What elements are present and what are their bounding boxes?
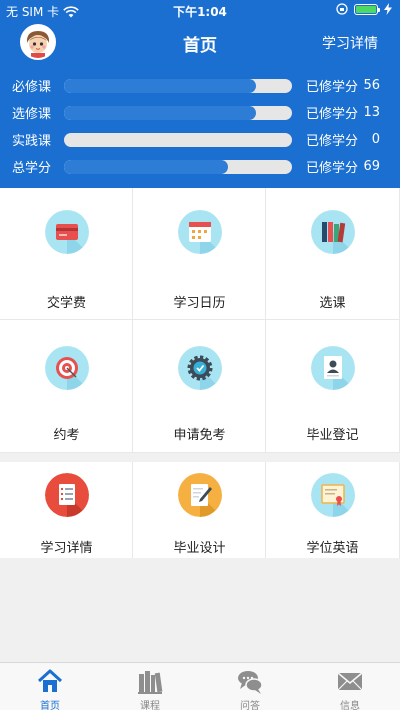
credit-value: 56 — [363, 78, 380, 93]
tab-courses[interactable]: 课程 — [100, 663, 200, 710]
study-detail-link[interactable]: 学习详情 — [322, 33, 378, 53]
gear-check-icon — [178, 346, 222, 390]
calendar-icon — [178, 210, 222, 254]
function-grid-secondary: 学习详情 毕业设计 学位英语 — [0, 462, 400, 558]
grid-item-label: 约考 — [53, 428, 80, 443]
chat-icon — [238, 671, 263, 694]
grid-item-exam-exemption[interactable]: 申请免考 — [133, 320, 266, 453]
books-icon — [138, 671, 163, 694]
home-icon — [37, 669, 63, 692]
credit-card-icon — [45, 210, 89, 254]
grid-item-label: 交学费 — [46, 296, 86, 311]
charging-icon — [384, 3, 392, 15]
tab-label: 课程 — [140, 701, 160, 710]
credit-progress-track — [64, 132, 292, 147]
credit-value: 0 — [371, 132, 380, 147]
grid-item-study-calendar[interactable]: 学习日历 — [133, 188, 266, 320]
mail-icon — [337, 672, 363, 691]
function-grid: 交学费 学习日历 选课 约考 申请免考 毕业登记 — [0, 188, 400, 453]
grid-item-label: 申请免考 — [173, 428, 226, 443]
nav-bar: 首页 学习详情 — [0, 22, 400, 62]
checklist-icon — [45, 473, 89, 517]
grid-item-study-details[interactable]: 学习详情 — [0, 462, 133, 558]
credit-progress-fill — [64, 105, 256, 120]
credit-name: 选修课 — [12, 107, 52, 122]
grid-item-pay-tuition[interactable]: 交学费 — [0, 188, 133, 320]
credits-panel: 必修课 已修学分 56 选修课 已修学分 13 实践课 已修学分 0 总学分 已… — [12, 72, 392, 180]
credit-row-elective: 选修课 已修学分 13 — [12, 99, 392, 126]
tab-label: 问答 — [240, 701, 260, 710]
tab-label: 信息 — [340, 701, 360, 710]
grid-item-label: 学位英语 — [306, 541, 359, 556]
credit-value: 13 — [363, 105, 380, 120]
credit-unit: 已修学分 — [306, 107, 359, 122]
credit-name: 总学分 — [12, 161, 52, 176]
tab-messages[interactable]: 信息 — [300, 663, 400, 710]
credit-progress-track — [64, 159, 292, 174]
credit-unit: 已修学分 — [306, 161, 359, 176]
pen-document-icon — [178, 473, 222, 517]
credit-value: 69 — [363, 159, 380, 174]
tab-qa[interactable]: 问答 — [200, 663, 300, 710]
battery-icon — [354, 3, 380, 15]
credit-row-required: 必修课 已修学分 56 — [12, 72, 392, 99]
tab-home[interactable]: 首页 — [0, 663, 100, 710]
credit-progress-track — [64, 78, 292, 93]
grid-item-label: 学习详情 — [40, 541, 93, 556]
grid-item-exam-booking[interactable]: 约考 — [0, 320, 133, 453]
grid-item-label: 毕业设计 — [173, 541, 226, 556]
credit-row-practice: 实践课 已修学分 0 — [12, 126, 392, 153]
grid-item-course-selection[interactable]: 选课 — [266, 188, 400, 320]
credit-name: 实践课 — [12, 134, 52, 149]
credit-row-total: 总学分 已修学分 69 — [12, 153, 392, 180]
grid-item-graduation-registration[interactable]: 毕业登记 — [266, 320, 400, 453]
credit-unit: 已修学分 — [306, 134, 359, 149]
tab-label: 首页 — [40, 701, 60, 710]
header: 无 SIM 卡 下午1:04 首页 学习详情 必修课 已修学分 56 选修课 已… — [0, 0, 400, 188]
rotation-lock-icon — [336, 3, 348, 15]
grid-item-degree-english[interactable]: 学位英语 — [266, 462, 400, 558]
credit-name: 必修课 — [12, 80, 52, 95]
profile-card-icon — [311, 346, 355, 390]
credit-progress-fill — [64, 78, 256, 93]
certificate-icon — [311, 473, 355, 517]
grid-item-label: 毕业登记 — [306, 428, 359, 443]
books-icon — [311, 210, 355, 254]
tab-bar: 首页 课程 问答 信息 — [0, 662, 400, 710]
credit-unit: 已修学分 — [306, 80, 359, 95]
grid-item-label: 学习日历 — [173, 296, 226, 311]
grid-item-label: 选课 — [319, 296, 346, 311]
target-icon — [45, 346, 89, 390]
status-bar: 无 SIM 卡 下午1:04 — [0, 0, 400, 22]
grid-item-graduation-design[interactable]: 毕业设计 — [133, 462, 266, 558]
credit-progress-track — [64, 105, 292, 120]
credit-progress-fill — [64, 159, 229, 174]
